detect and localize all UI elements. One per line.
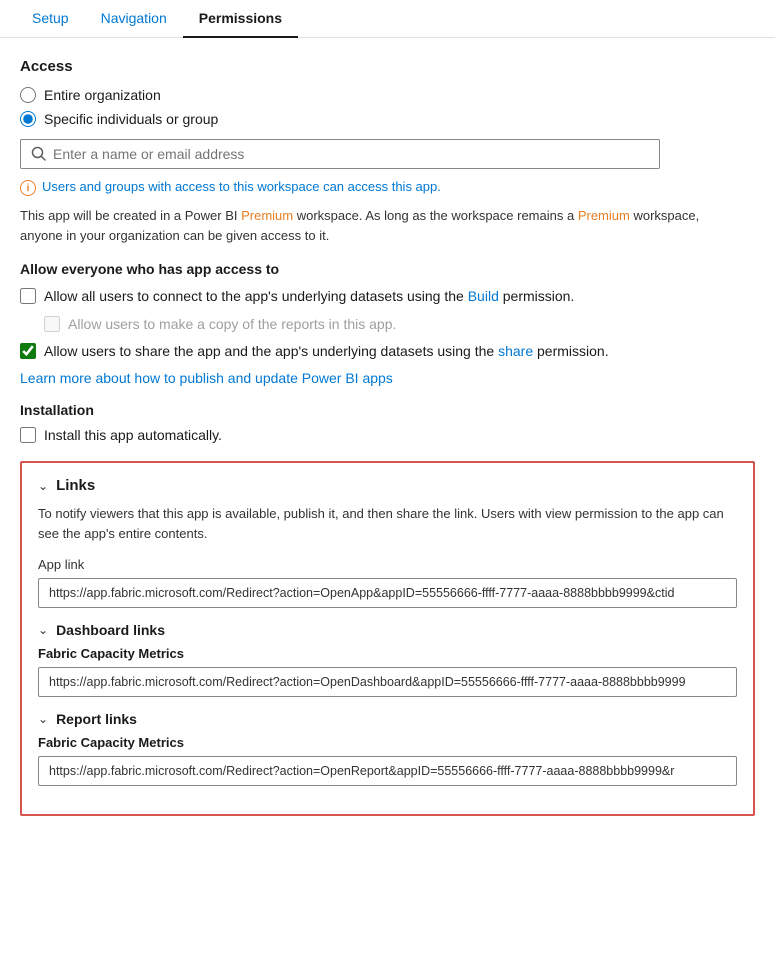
report-link-group: Fabric Capacity Metrics https://app.fabr…: [38, 735, 737, 786]
entire-org-radio[interactable]: [20, 87, 36, 103]
report-item-name: Fabric Capacity Metrics: [38, 735, 737, 750]
tab-navigation[interactable]: Navigation: [85, 0, 183, 38]
premium-note: This app will be created in a Power BI P…: [20, 206, 720, 245]
workspace-access-link[interactable]: Users and groups with access to this wor…: [42, 179, 441, 194]
tab-bar: Setup Navigation Permissions: [0, 0, 775, 38]
copy-reports-label: Allow users to make a copy of the report…: [68, 315, 396, 335]
build-perm-checkbox[interactable]: [20, 288, 36, 304]
specific-option: Specific individuals or group: [20, 111, 755, 127]
info-icon: i: [20, 180, 36, 196]
copy-reports-checkbox[interactable]: [44, 316, 60, 332]
report-item-url: https://app.fabric.microsoft.com/Redirec…: [38, 756, 737, 786]
share-perm-label: Allow users to share the app and the app…: [44, 342, 609, 362]
links-section-title: Links: [56, 477, 95, 494]
allow-section: Allow everyone who has app access to All…: [20, 261, 755, 386]
tab-setup[interactable]: Setup: [16, 0, 85, 38]
app-link-url: https://app.fabric.microsoft.com/Redirec…: [38, 578, 737, 608]
search-input[interactable]: [53, 146, 649, 162]
info-row: i Users and groups with access to this w…: [20, 179, 755, 196]
learn-more-link[interactable]: Learn more about how to publish and upda…: [20, 370, 755, 386]
premium-word: Premium: [241, 208, 293, 223]
share-link[interactable]: share: [498, 343, 533, 359]
report-chevron-icon: ⌄: [38, 712, 48, 726]
dashboard-link-group: Fabric Capacity Metrics https://app.fabr…: [38, 646, 737, 697]
access-section: Access Entire organization Specific indi…: [20, 58, 755, 245]
specific-label: Specific individuals or group: [44, 111, 218, 127]
report-links-header: ⌄ Report links: [38, 711, 737, 727]
specific-radio[interactable]: [20, 111, 36, 127]
entire-org-option: Entire organization: [20, 87, 755, 103]
tab-permissions[interactable]: Permissions: [183, 0, 298, 38]
search-icon: [31, 146, 47, 162]
links-description: To notify viewers that this app is avail…: [38, 504, 737, 543]
dashboard-links-header: ⌄ Dashboard links: [38, 622, 737, 638]
share-perm-checkbox[interactable]: [20, 343, 36, 359]
dashboard-links-title: Dashboard links: [56, 622, 165, 638]
dashboard-item-name: Fabric Capacity Metrics: [38, 646, 737, 661]
report-links-title: Report links: [56, 711, 137, 727]
install-auto-item: Install this app automatically.: [20, 426, 755, 446]
links-section: ⌄ Links To notify viewers that this app …: [20, 461, 755, 816]
install-auto-checkbox[interactable]: [20, 427, 36, 443]
entire-org-label: Entire organization: [44, 87, 161, 103]
allow-section-title: Allow everyone who has app access to: [20, 261, 755, 277]
search-box: [20, 139, 660, 169]
links-chevron-icon: ⌄: [38, 479, 48, 493]
build-perm-label: Allow all users to connect to the app's …: [44, 287, 574, 307]
access-title: Access: [20, 58, 755, 75]
dashboard-item-url: https://app.fabric.microsoft.com/Redirec…: [38, 667, 737, 697]
access-radio-group: Entire organization Specific individuals…: [20, 87, 755, 127]
app-link-label: App link: [38, 557, 737, 572]
premium-word-2: Premium: [578, 208, 630, 223]
app-link-group: App link https://app.fabric.microsoft.co…: [38, 557, 737, 608]
build-perm-item: Allow all users to connect to the app's …: [20, 287, 755, 307]
share-perm-item: Allow users to share the app and the app…: [20, 342, 755, 362]
installation-section: Installation Install this app automatica…: [20, 402, 755, 446]
links-section-header: ⌄ Links: [38, 477, 737, 494]
page-content: Access Entire organization Specific indi…: [0, 58, 775, 816]
installation-title: Installation: [20, 402, 755, 418]
dashboard-chevron-icon: ⌄: [38, 623, 48, 637]
install-auto-label: Install this app automatically.: [44, 426, 222, 446]
copy-reports-item: Allow users to make a copy of the report…: [20, 315, 755, 335]
build-link[interactable]: Build: [468, 288, 499, 304]
